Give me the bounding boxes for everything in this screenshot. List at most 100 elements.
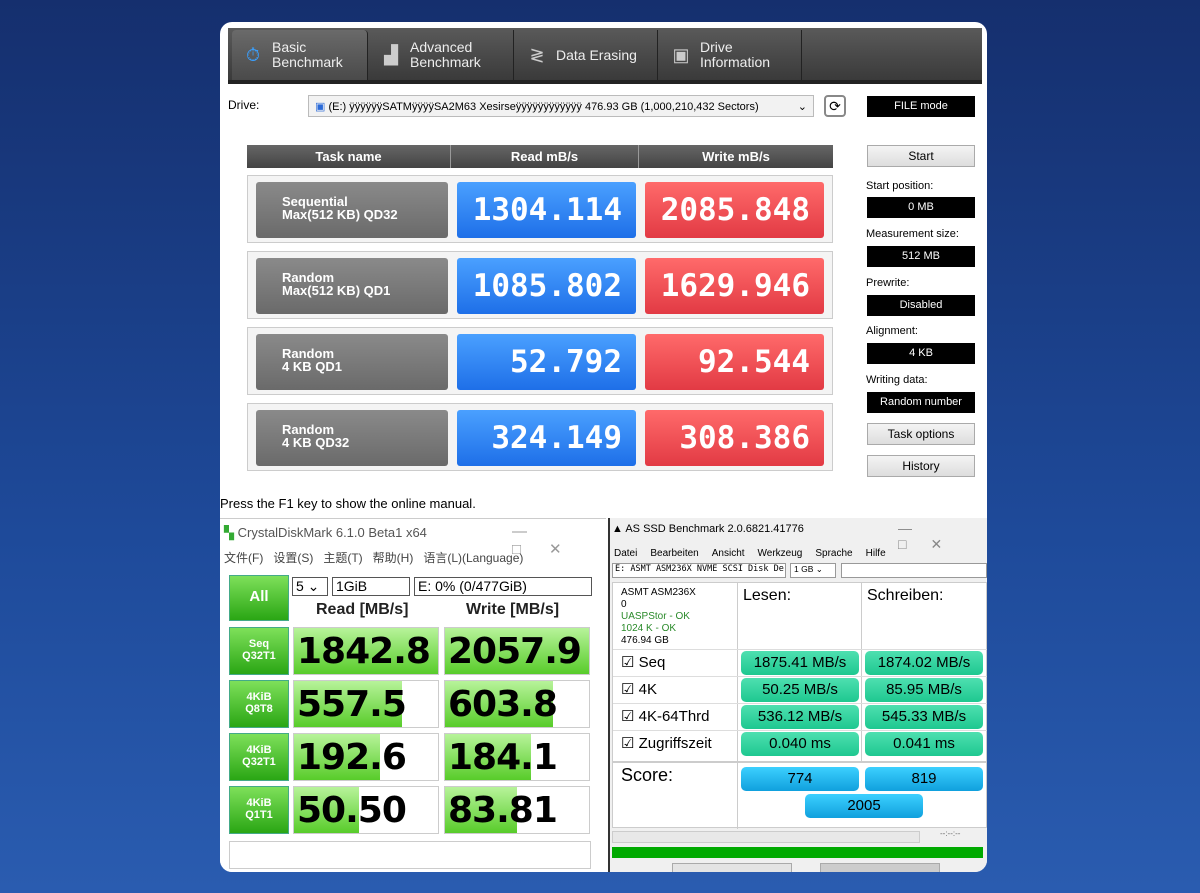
alignment-field[interactable]: 4 KB (867, 343, 975, 364)
tab-advanced-benchmark[interactable]: ▟ Advanced Benchmark (370, 30, 514, 80)
start-position-label: Start position: (866, 180, 934, 192)
test-button[interactable]: 4KiB Q32T1 (229, 733, 289, 781)
count-select[interactable]: 5 ⌄ (292, 577, 328, 596)
menu-item[interactable]: Bearbeiten (650, 548, 698, 559)
search-field[interactable] (841, 563, 987, 578)
menu-bar: 文件(F) 设置(S) 主题(T) 帮助(H) 语言(L)(Language) (224, 549, 523, 566)
drive-firmware: 0 (621, 599, 627, 610)
write-result: 2057.9 (444, 627, 590, 675)
menu-item[interactable]: 帮助(H) (373, 549, 414, 566)
read-result: 557.5 (293, 680, 439, 728)
write-result: 0.041 ms (865, 732, 983, 756)
all-button[interactable]: All (229, 575, 289, 621)
as-ssd-window: ▲ AS SSD Benchmark 2.0.6821.41776 —□✕ Da… (608, 518, 987, 872)
menu-item[interactable]: Werkzeug (758, 548, 803, 559)
tab-drive-information[interactable]: ▣ Drive Information (660, 30, 802, 80)
drive-label: Drive: (228, 98, 260, 112)
benchmark-toolbar: ⏱ Basic Benchmark ▟ Advanced Benchmark ≷ Data… (228, 28, 982, 84)
read-result: 192.6 (293, 733, 439, 781)
drive-select[interactable]: E: ASMT ASM236X NVME SCSI Disk De (612, 563, 786, 578)
task-name: Sequential Max(512 KB) QD32 (256, 182, 448, 238)
menu-item[interactable]: Hilfe (866, 548, 886, 559)
drive-select[interactable]: E: 0% (0/477GiB) (414, 577, 592, 596)
drive-info: ASMT ASM236X 0 UASPStor - OK 1024 K - OK 476… (621, 587, 696, 647)
drive-select[interactable]: ▣ (E:) ÿÿÿÿÿÿSATMÿÿÿÿSA2M63 Xesirseÿÿÿÿÿ… (308, 95, 814, 117)
menu-item[interactable]: 语言(L)(Language) (423, 549, 523, 566)
menu-bar: Datei Bearbeiten Ansicht Werkzeug Sprache Hil… (614, 548, 886, 559)
results-grid: ASMT ASM236X 0 UASPStor - OK 1024 K - OK 476… (612, 582, 987, 763)
write-value: 92.544 (645, 334, 824, 390)
total-progress-bar (612, 847, 983, 858)
menu-item[interactable]: 主题(T) (323, 549, 362, 566)
header-read: Read mB/s (451, 145, 639, 168)
task-name: Random 4 KB QD32 (256, 410, 448, 466)
menu-item[interactable]: 设置(S) (273, 549, 313, 566)
test-checkbox[interactable]: ☑ 4K (621, 680, 657, 698)
window-controls[interactable]: —□✕ (512, 523, 606, 558)
read-value: 1085.802 (457, 258, 636, 314)
read-result: 0.040 ms (741, 732, 859, 756)
start-position-field[interactable]: 0 MB (867, 197, 975, 218)
results-header: Task name Read mB/s Write mB/s (247, 145, 833, 168)
score-write: 819 (865, 767, 983, 791)
task-options-button[interactable]: Task options (867, 423, 975, 445)
test-checkbox[interactable]: ☑ 4K-64Thrd (621, 707, 710, 725)
comment-field[interactable] (229, 841, 591, 869)
screenshot-card: ⏱ Basic Benchmark ▟ Advanced Benchmark ≷ Data… (220, 22, 987, 872)
test-button[interactable]: 4KiB Q1T1 (229, 786, 289, 834)
test-button[interactable]: Seq Q32T1 (229, 627, 289, 675)
benchmark-row: Random 4 KB QD1 52.792 92.544 (247, 327, 833, 395)
refresh-button[interactable]: ⟳ (824, 95, 846, 117)
read-result: 1875.41 MB/s (741, 651, 859, 675)
abort-button[interactable] (820, 863, 940, 872)
menu-item[interactable]: Datei (614, 548, 637, 559)
history-button[interactable]: History (867, 455, 975, 477)
status-bar: Press the F1 key to show the online manu… (220, 496, 476, 511)
writing-data-label: Writing data: (866, 374, 928, 386)
measurement-size-field[interactable]: 512 MB (867, 246, 975, 267)
elapsed-time: --:--:-- (940, 829, 961, 838)
read-value: 52.792 (457, 334, 636, 390)
menu-item[interactable]: Sprache (815, 548, 852, 559)
test-checkbox[interactable]: ☑ Zugriffszeit (621, 734, 712, 752)
prewrite-label: Prewrite: (866, 277, 910, 289)
write-value: 2085.848 (645, 182, 824, 238)
benchmark-row: Random 4 KB QD32 324.149 308.386 (247, 403, 833, 471)
tab-basic-benchmark[interactable]: ⏱ Basic Benchmark (232, 30, 368, 80)
start-button[interactable]: Start (867, 145, 975, 167)
read-value: 1304.114 (457, 182, 636, 238)
menu-item[interactable]: Ansicht (712, 548, 745, 559)
test-button[interactable]: 4KiB Q8T8 (229, 680, 289, 728)
size-select[interactable]: 1 GB ⌄ (790, 563, 836, 578)
tab-data-erasing[interactable]: ≷ Data Erasing (516, 30, 658, 80)
header-task: Task name (247, 145, 451, 168)
size-select[interactable]: 1GiB (332, 577, 410, 596)
test-checkbox[interactable]: ☑ Seq (621, 653, 665, 671)
writing-data-field[interactable]: Random number (867, 392, 975, 413)
drive-model: ASMT ASM236X (621, 587, 696, 598)
alignment-status: 1024 K - OK (621, 623, 677, 634)
window-title: CrystalDiskMark 6.1.0 Beta1 x64 (237, 525, 427, 540)
drive-icon: ▣ (672, 44, 690, 65)
app-icon: ▲ (612, 523, 626, 535)
write-result: 85.95 MB/s (865, 678, 983, 702)
app-icon: ▚ (224, 525, 238, 540)
write-header: Schreiben: (867, 587, 944, 604)
write-result: 1874.02 MB/s (865, 651, 983, 675)
start-button[interactable] (672, 863, 792, 872)
drive-capacity: 476.94 GB (621, 635, 669, 646)
alignment-label: Alignment: (866, 325, 918, 337)
prewrite-field[interactable]: Disabled (867, 295, 975, 316)
menu-item[interactable]: 文件(F) (224, 549, 263, 566)
chevron-down-icon: ⌄ (797, 101, 807, 113)
read-result: 1842.8 (293, 627, 439, 675)
score-total: 2005 (805, 794, 923, 818)
crystaldiskmark-window: ▚ CrystalDiskMark 6.1.0 Beta1 x64 —□✕ 文件… (220, 518, 606, 872)
read-header: Read [MB/s] (316, 601, 409, 618)
bar-chart-icon: ▟ (384, 44, 398, 65)
write-header: Write [MB/s] (466, 601, 560, 618)
window-controls[interactable]: —□✕ (898, 520, 987, 553)
measurement-size-label: Measurement size: (866, 228, 959, 240)
read-value: 324.149 (457, 410, 636, 466)
window-title: AS SSD Benchmark 2.0.6821.41776 (625, 523, 804, 535)
